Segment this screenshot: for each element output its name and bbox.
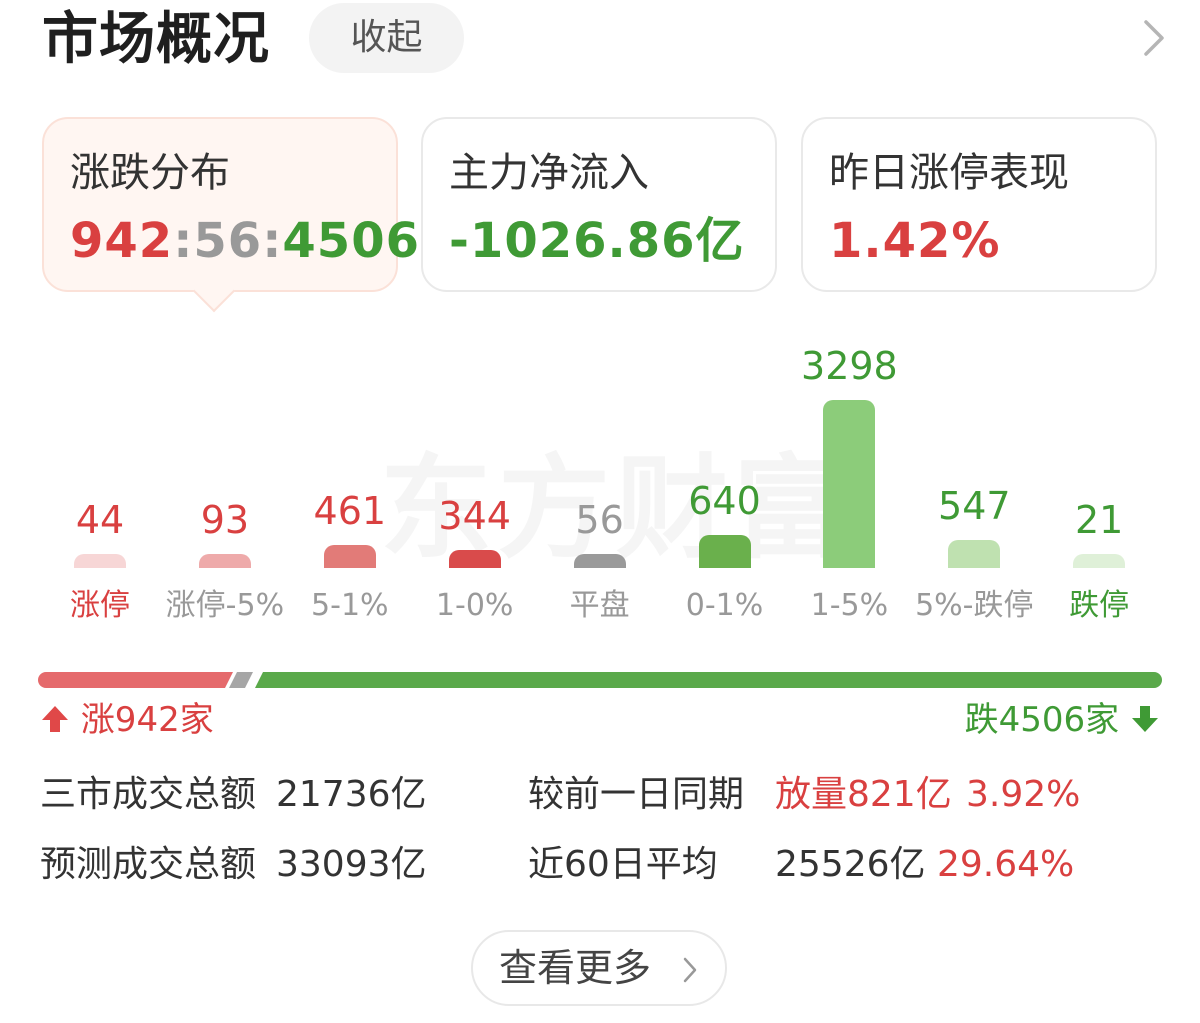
chart-bar [198, 554, 251, 568]
card-limit-up-title: 昨日涨停表现 [829, 150, 1069, 196]
chart-bar-value: 44 [75, 498, 125, 542]
chart-bar [698, 535, 751, 568]
page-title: 市场概况 [42, 7, 270, 72]
chart-bar-value: 640 [688, 479, 761, 524]
card-limit-up[interactable]: 昨日涨停表现 1.42% [801, 117, 1157, 292]
chart-column: 56 平盘 [538, 320, 662, 650]
chart-bar [948, 540, 1001, 568]
ratio-bar-up [38, 672, 233, 688]
chevron-right-icon[interactable] [1136, 18, 1172, 58]
card-distribution-title: 涨跌分布 [70, 150, 230, 196]
chart-column: 3298 1-5% [787, 320, 911, 650]
chart-bar-value: 547 [938, 484, 1011, 529]
chart-column: 93 涨停-5% [163, 320, 287, 650]
stat-avg-value: 25526亿 [775, 844, 926, 885]
arrow-down-icon [1132, 705, 1158, 732]
chart-column: 21 跌停 [1037, 320, 1161, 650]
chart-bar-value: 56 [575, 498, 624, 542]
card-distribution[interactable]: 涨跌分布 942:56:4506 [42, 117, 419, 313]
chart-column: 461 5-1% [288, 320, 412, 650]
chart-bar-value: 3298 [801, 344, 898, 388]
chart-bar-value: 344 [438, 494, 511, 539]
card-net-inflow-title: 主力净流入 [449, 150, 649, 196]
ratio-bar-flat [229, 672, 253, 688]
card-limit-up-value: 1.42% [829, 213, 1001, 269]
stat-total-value: 21736亿 [276, 774, 427, 815]
down-count: 跌4506家 [965, 698, 1160, 742]
ratio-bar [38, 672, 1162, 688]
chart-bar-value: 93 [200, 498, 250, 542]
chart-bar [323, 544, 376, 568]
arrow-up-icon [42, 705, 68, 732]
stat-compare-value: 放量821亿 [775, 774, 952, 815]
see-more-button[interactable]: 查看更多 [471, 930, 727, 1006]
stat-compare-label: 较前一日同期 [528, 774, 745, 815]
distribution-chart: 44 涨停 93 涨停-5% 461 5-1% 344 1-0% 56 平盘 640 0-1% 3298… [38, 320, 1162, 650]
chart-bar [74, 554, 126, 568]
distribution-sep: : [173, 213, 194, 269]
distribution-flat-count: 56 [193, 213, 263, 269]
down-count-label: 跌4506家 [964, 700, 1120, 740]
distribution-down-count: 4506 [282, 213, 420, 269]
up-count-label: 涨942家 [80, 700, 214, 740]
collapse-button[interactable]: 收起 [309, 3, 464, 73]
stat-avg-pct: 29.64% [937, 844, 1075, 885]
stat-forecast-value: 33093亿 [276, 844, 427, 885]
chart-bar-value: 21 [1075, 498, 1124, 542]
see-more-label: 查看更多 [499, 946, 652, 990]
stat-compare-pct: 3.92% [966, 774, 1081, 815]
chart-bar [573, 554, 626, 568]
up-count: 涨942家 [40, 698, 214, 742]
ratio-bar-down [255, 672, 1162, 688]
chart-bar [1073, 554, 1126, 568]
card-distribution-value: 942:56:4506 [70, 211, 420, 271]
chart-bar-value: 461 [313, 488, 387, 533]
chart-category-label: 跌停 [1069, 588, 1130, 623]
distribution-up-count: 942 [70, 213, 174, 269]
card-net-inflow-value: -1026.86亿 [449, 213, 745, 269]
chart-column: 640 0-1% [663, 320, 787, 650]
chart-column: 44 涨停 [38, 320, 162, 650]
chart-column: 547 5%-跌停 [912, 320, 1036, 650]
stat-total-label: 三市成交总额 [40, 774, 257, 815]
chevron-right-icon [683, 957, 697, 983]
chart-bar [823, 400, 876, 568]
card-pointer [192, 269, 236, 313]
stat-forecast-label: 预测成交总额 [40, 844, 257, 885]
chart-column: 344 1-0% [413, 320, 537, 650]
stat-avg-label: 近60日平均 [528, 844, 718, 885]
card-net-inflow[interactable]: 主力净流入 -1026.86亿 [421, 117, 777, 292]
distribution-sep: : [262, 213, 283, 269]
chart-bar [448, 550, 501, 568]
